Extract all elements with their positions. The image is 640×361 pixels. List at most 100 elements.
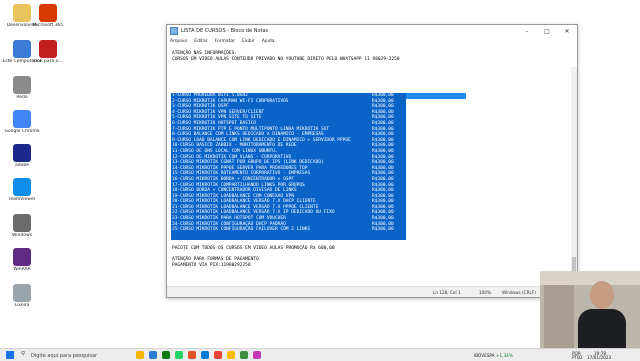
notepad-icon [170,27,178,35]
course-name: 20-CURSO MIKROTIK LOADBALANCE VERSÃO 7.X… [172,199,316,205]
webcam-video [540,271,640,348]
zoom-level: 100% [479,289,491,295]
footer-line: PACOTE COM TODOS OS CURSOS EM VIDEO AULA… [172,246,335,251]
course-name: 9-CURSO LOAD BALANCE COM LINK DEDICADO E… [172,137,351,143]
line-ending: Windows (CRLF) [502,289,536,295]
windows-start-icon[interactable] [6,351,14,359]
footer-line: PAGAMENTO VIA PIX:11980292250 [172,262,251,268]
menu-exibir[interactable]: Exibir [242,39,255,44]
desktop-icon-label: Link para o... [33,59,63,64]
clock-date[interactable]: 17/01/2023 [587,355,611,360]
notepad-window: LISTA DE CURSOS - Bloco de Notas – □ ✕ A… [166,24,578,298]
course-name: 6-CURSO MIKROTIK HOTSPOT BASICO [172,120,256,126]
desktop-icon-label: Windows [11,233,33,238]
course-name: 8-CURSO BALANCE COM LINKS DEDICADO X DIN… [172,132,324,138]
course-name: 19-CURSO MIKROTIK LOADBALANCE COM CONEXA… [172,193,294,199]
app-icon [13,144,31,162]
presenter-body [578,309,626,348]
app-icon [13,76,31,94]
presenter-head [590,281,614,309]
vertical-scrollbar[interactable] [571,67,577,297]
search-placeholder: Digite aqui para pesquisar [31,352,98,359]
course-price: R$300,00 [372,227,394,233]
taskbar-app-icon[interactable] [240,351,248,359]
app-icon [39,4,57,22]
menu-bar: Arquivo Editar Formatar Exibir Ajuda [167,37,577,46]
desktop-icon[interactable]: Google Chrome [2,110,42,134]
app-icon [13,178,31,196]
stock-ticker[interactable]: IBOVESPA [474,353,495,358]
taskbar-app-icon[interactable] [162,351,170,359]
course-name: 3-CURSO MIKROTIK OSPF [172,104,229,110]
app-icon [13,214,31,232]
desktop-icon-label: Redo [16,95,28,100]
course-name: 2-CURSO MIKROTIK CAPUMAN WI-FI CORPORATI… [172,98,289,104]
desktop-icon[interactable]: Windows [2,214,42,238]
text-editor[interactable]: ATENÇÃO NAS INFORMAÇÕES. CURSOS EM VIDEO… [167,46,577,297]
course-name: 11-CURSO DE DNS LOCAL COM LINUX UBUNTU. [172,148,278,154]
course-name: 23-CURSO MIKROTIK PARA HOTSPOT COM VOUCH… [172,216,286,222]
course-name: 18-CURSO BORDA + CONCENTRADOR DIVISAO DE… [172,188,297,194]
course-name: 5-CURSO MIKROTIK VPN SITE TO SITE [172,115,262,121]
course-name: 1-CURSO PROVEDOR WIFI 5.0GHZ [172,93,248,98]
taskbar-app-icon[interactable] [214,351,222,359]
desktop-icon-label: Google Chrome [4,129,40,134]
desktop-icon-label: Lixeira [14,303,30,308]
keyboard-layout[interactable]: PTB2 [572,355,583,360]
window-title: LISTA DE CURSOS - Bloco de Notas [181,28,269,34]
system-tray: IBOVESPA +1,34% POR PTB2 19:78 17/01/202… [474,351,634,361]
desktop-icon-label: Microsoft 365 [32,23,64,28]
selected-course-list: 1-CURSO PROVEDOR WIFI 5.0GHZ R$300,00 2-CU… [171,93,406,240]
course-name: 17-CURSO MIKROTIK COMPARTILHANDO LINKS P… [172,182,305,188]
desktop-icon[interactable]: Link para o... [28,40,68,64]
course-name: 10-CURSO BASICO ZABBIX - MONITORAMENTO D… [172,143,297,149]
background-shelf [540,271,640,285]
course-name: 12-CURSO DE MIKROTIK COM VLANS - CORPORA… [172,154,292,160]
course-name: 14-CURSO MIKROTIK PPPOE SERVER PARA PROV… [172,165,308,171]
taskbar-app-icon[interactable] [188,351,196,359]
desktop-icon[interactable]: Redo [2,76,42,100]
cursor-position: Ln 128, Col 1 [433,289,461,295]
taskbar-app-icon[interactable] [201,351,209,359]
stock-change: +1,34% [496,352,513,358]
taskbar-app-icon[interactable] [175,351,183,359]
app-icon [13,284,31,302]
maximize-button[interactable]: □ [537,28,557,35]
desktop-icon-label: adobe [15,163,29,168]
desktop-icon[interactable]: Microsoft 365 [28,4,68,28]
taskbar-app-icon[interactable] [149,351,157,359]
course-name: 22-CURSO MIKROTIK LOADBALANCE VERSÃO 7.X… [172,210,335,216]
app-icon [39,40,57,58]
search-icon: ⚲ [21,351,26,357]
minimize-button[interactable]: – [517,28,537,35]
desktop-icon-label: WinRAR [13,267,31,272]
desktop-icon[interactable]: Lixeira [2,284,42,308]
status-bar: Ln 128, Col 1 100% Windows (CRLF) UTF-8 [167,286,577,297]
menu-arquivo[interactable]: Arquivo [170,39,187,44]
taskbar: ⚲ Digite aqui para pesquisar IBOVESPA +1… [0,348,640,361]
course-name: 16-CURSO MIKROTIK BORDA + CONCENTRADOR +… [172,176,294,182]
desktop-icon[interactable]: TeamViewer [2,178,42,202]
taskbar-app-icon[interactable] [136,351,144,359]
close-button[interactable]: ✕ [557,28,577,35]
header-line: CURSOS EM VIDEO AULAS CONTEÚDO PRIVADO N… [172,56,400,62]
desktop-icon-label: TeamViewer [8,197,36,202]
menu-formatar[interactable]: Formatar [215,39,235,44]
course-name: 7-CURSO MIKROTIK PTP E PONTO MULTIPONTO … [172,126,330,132]
background-door [544,285,574,348]
course-name: 13-CURSO MIKROTIK CGNAT POR GRUPO DE IPS… [172,160,324,166]
course-name: 25-CURSO MIKROTIK CONFIGURAÇÃO FAILOVER … [172,227,311,233]
selection-highlight [406,93,466,99]
taskbar-app-icon[interactable] [253,351,261,359]
course-line: 25-CURSO MIKROTIK CONFIGURAÇÃO FAILOVER … [172,227,394,233]
app-icon [13,248,31,266]
taskbar-app-icon[interactable] [227,351,235,359]
taskbar-search[interactable]: ⚲ Digite aqui para pesquisar [19,350,129,360]
desktop-icon[interactable]: WinRAR [2,248,42,272]
course-name: 15-CURSO MIKROTIK ROTEAMENTO CORPORATIVO… [172,171,311,177]
menu-editar[interactable]: Editar [194,39,207,44]
course-name: 24-CURSO MIKROTIK CONFIGURAÇÃO DHCP PADR… [172,221,286,227]
app-icon [13,110,31,128]
desktop-icon[interactable]: adobe [2,144,42,168]
menu-ajuda[interactable]: Ajuda [262,39,275,44]
